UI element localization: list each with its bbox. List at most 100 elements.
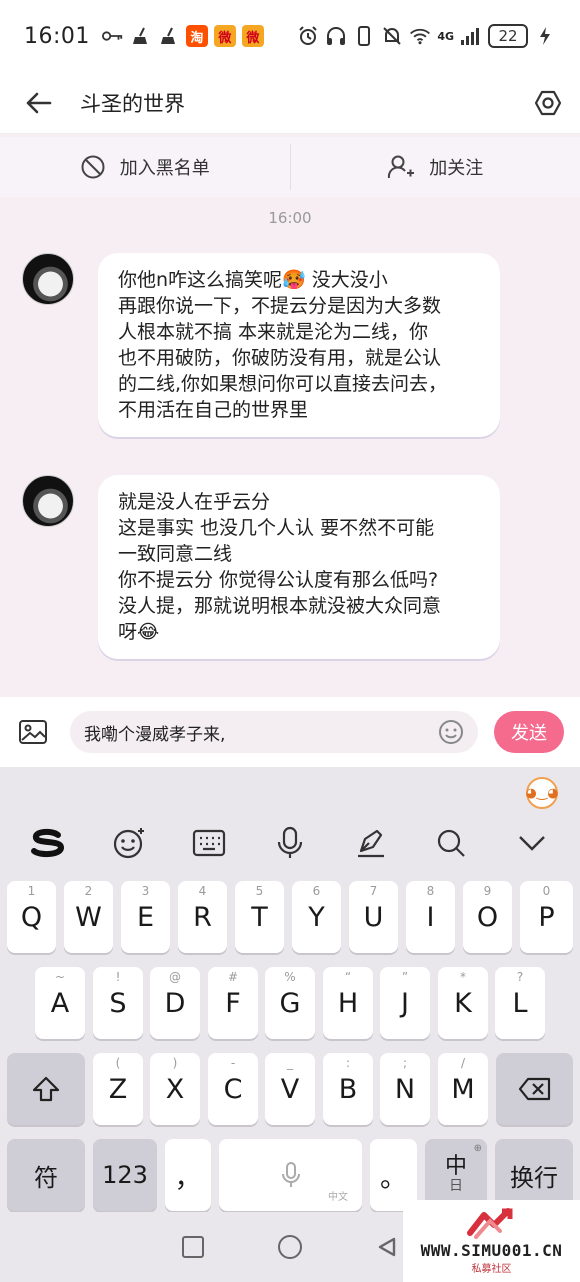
key-b[interactable]: :B bbox=[323, 1053, 373, 1125]
key-label: Y bbox=[308, 901, 325, 933]
key-sub: 3 bbox=[141, 884, 150, 898]
voice-input-button[interactable] bbox=[270, 823, 310, 863]
send-button[interactable]: 发送 bbox=[494, 711, 564, 753]
message-line: 的二线,你如果想问你可以直接去问去， bbox=[118, 373, 448, 395]
key-v[interactable]: _ V bbox=[265, 1053, 315, 1125]
recent-apps-button[interactable] bbox=[182, 1236, 204, 1258]
key-c[interactable]: -C bbox=[208, 1053, 258, 1125]
sogou-logo-icon bbox=[31, 828, 65, 858]
image-icon bbox=[19, 720, 47, 744]
status-bar: 16:01 淘 微 微 4G 22 bbox=[0, 0, 580, 72]
key-j[interactable]: ” J bbox=[380, 967, 430, 1039]
key-f[interactable]: # F bbox=[208, 967, 258, 1039]
keyboard: ◕‿◕ 1Q 2W 3E 4R 5T 6Y 7U 8I 9O 0 P ~ A !… bbox=[0, 767, 580, 1212]
key-label: D bbox=[164, 987, 186, 1019]
search-icon bbox=[437, 829, 465, 857]
settings-hexagon-icon bbox=[534, 90, 562, 115]
key-sub: # bbox=[227, 970, 239, 984]
key-label: T bbox=[251, 901, 268, 933]
key-sub: 1 bbox=[27, 884, 36, 898]
back-arrow-icon bbox=[26, 92, 52, 113]
key-label: U bbox=[363, 901, 384, 933]
key-p[interactable]: 0P bbox=[520, 881, 573, 953]
key-label: M bbox=[451, 1073, 475, 1105]
key-t[interactable]: 5T bbox=[235, 881, 284, 953]
backspace-icon bbox=[518, 1077, 550, 1101]
page-title: 斗圣的世界 bbox=[80, 91, 185, 116]
sogou-logo-button[interactable] bbox=[28, 823, 68, 863]
message-input[interactable]: 我嘞个漫威孝子来, bbox=[70, 711, 478, 753]
key-row: (Z ) X -C _ V :B ; N / M bbox=[0, 1053, 580, 1125]
chevron-down-icon bbox=[518, 836, 545, 851]
message-bubble[interactable]: 你他n咋这么搞笑呢🥵 没大没小 再跟你说一下，不提云分是因为大多数 人根本就不搞… bbox=[98, 253, 500, 437]
message-line: 人根本就不搞 本来就是沦为二线，你 bbox=[118, 321, 429, 343]
key-l[interactable]: ? L bbox=[495, 967, 545, 1039]
image-button[interactable] bbox=[16, 715, 50, 749]
key-m[interactable]: / M bbox=[438, 1053, 488, 1125]
key-sub: 9 bbox=[483, 884, 492, 898]
keyboard-mascot-icon[interactable]: ◕‿◕ bbox=[525, 777, 559, 809]
key-label: V bbox=[280, 1073, 300, 1105]
avatar[interactable] bbox=[22, 253, 74, 305]
backspace-key[interactable] bbox=[496, 1053, 573, 1125]
key-sub: 6 bbox=[312, 884, 321, 898]
microphone-icon bbox=[281, 1162, 300, 1187]
follow-button[interactable]: 加关注 bbox=[291, 137, 580, 197]
key-sub: @ bbox=[169, 970, 181, 984]
keyboard-switch-button[interactable] bbox=[189, 823, 229, 863]
message-line: 一致同意二线 bbox=[118, 543, 233, 565]
key-g[interactable]: % G bbox=[265, 967, 315, 1039]
block-button[interactable]: 加入黑名单 bbox=[0, 137, 290, 197]
watermark-logo-icon bbox=[466, 1208, 512, 1239]
charging-icon bbox=[534, 25, 556, 47]
key-k[interactable]: * K bbox=[438, 967, 488, 1039]
key-o[interactable]: 9O bbox=[463, 881, 512, 953]
emoji-button[interactable] bbox=[109, 823, 149, 863]
battery-level: 22 bbox=[488, 24, 528, 48]
avatar[interactable] bbox=[22, 475, 74, 527]
key-x[interactable]: ) X bbox=[150, 1053, 200, 1125]
back-button[interactable] bbox=[0, 72, 76, 134]
key-e[interactable]: 3E bbox=[121, 881, 170, 953]
emoji-icon[interactable] bbox=[438, 719, 464, 745]
key-s[interactable]: ! S bbox=[93, 967, 143, 1039]
key-z[interactable]: (Z bbox=[93, 1053, 143, 1125]
symbol-key[interactable]: 符 bbox=[7, 1139, 85, 1211]
key-u[interactable]: 7U bbox=[349, 881, 398, 953]
collapse-keyboard-button[interactable] bbox=[512, 823, 552, 863]
key-d[interactable]: @ D bbox=[150, 967, 200, 1039]
message-bubble[interactable]: 就是没人在乎云分 这是事实 也没几个人认 要不然不可能 一致同意二线 你不提云分… bbox=[98, 475, 500, 659]
network-type: 4G bbox=[437, 29, 454, 43]
key-q[interactable]: 1Q bbox=[7, 881, 56, 953]
message-row: 你他n咋这么搞笑呢🥵 没大没小 再跟你说一下，不提云分是因为大多数 人根本就不搞… bbox=[22, 253, 500, 437]
settings-button[interactable] bbox=[516, 72, 580, 134]
key-label: R bbox=[193, 901, 212, 933]
key-r[interactable]: 4R bbox=[178, 881, 227, 953]
key-y[interactable]: 6Y bbox=[292, 881, 341, 953]
key-label: I bbox=[426, 901, 435, 933]
number-key[interactable]: 123 bbox=[93, 1139, 157, 1211]
key-sub: “ bbox=[344, 970, 352, 984]
action-bar: 加入黑名单 加关注 bbox=[0, 137, 580, 197]
space-key[interactable]: 中文 bbox=[219, 1139, 362, 1211]
key-n[interactable]: ; N bbox=[380, 1053, 430, 1125]
key-label: Q bbox=[20, 901, 43, 933]
message-line: 也不用破防，你破防没有用，就是公认 bbox=[118, 347, 442, 369]
chat-area[interactable]: 16:00 你他n咋这么搞笑呢🥵 没大没小 再跟你说一下，不提云分是因为大多数 … bbox=[0, 197, 580, 697]
key-label: H bbox=[337, 987, 359, 1019]
shift-key[interactable] bbox=[7, 1053, 85, 1125]
key-w[interactable]: 2W bbox=[64, 881, 113, 953]
handwriting-button[interactable] bbox=[351, 823, 391, 863]
key-i[interactable]: 8I bbox=[406, 881, 455, 953]
back-triangle-icon[interactable] bbox=[376, 1236, 398, 1258]
key-sub: 0 bbox=[542, 884, 551, 898]
search-button[interactable] bbox=[431, 823, 471, 863]
message-line: 这是事实 也没几个人认 要不然不可能 bbox=[118, 517, 435, 539]
comma-key[interactable]: ， bbox=[165, 1139, 211, 1211]
key-a[interactable]: ~ A bbox=[35, 967, 85, 1039]
key-sub: _ bbox=[287, 1056, 293, 1070]
key-label: F bbox=[225, 987, 241, 1019]
home-button[interactable] bbox=[278, 1235, 302, 1259]
key-sub: ” bbox=[401, 970, 409, 984]
key-h[interactable]: “H bbox=[323, 967, 373, 1039]
